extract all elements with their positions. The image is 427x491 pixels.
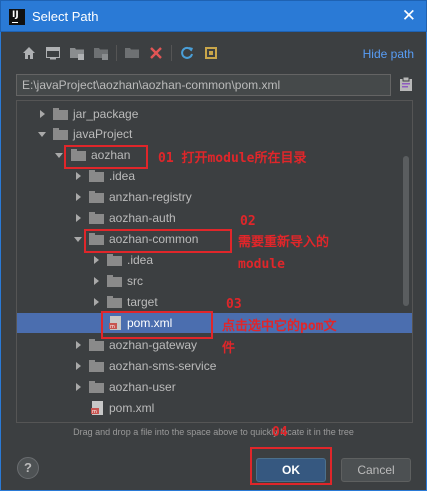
hide-path-link[interactable]: Hide path — [363, 47, 414, 61]
annotation-step-02-module: module — [238, 257, 285, 272]
folder-icon — [89, 212, 104, 224]
tree-scrollbar[interactable] — [403, 156, 409, 306]
tree-item-label: target — [127, 295, 158, 309]
tree-item-label: .idea — [127, 253, 154, 267]
highlight-box-pom — [101, 311, 213, 339]
chevron-down-icon[interactable] — [54, 150, 64, 160]
delete-icon[interactable] — [147, 44, 165, 62]
window-title: Select Path — [32, 9, 99, 24]
module-icon[interactable] — [92, 44, 110, 62]
tree-item-label: aozhan-gateway — [109, 338, 198, 352]
chevron-right-icon[interactable] — [73, 340, 83, 350]
tree-item-pom-xml-root[interactable]: m pom.xml — [17, 398, 412, 418]
toolbar-separator — [171, 45, 172, 61]
svg-text:m: m — [92, 409, 97, 415]
chevron-right-icon[interactable] — [73, 361, 83, 371]
chevron-right-icon[interactable] — [91, 297, 101, 307]
help-button[interactable]: ? — [17, 457, 39, 479]
new-folder-icon[interactable] — [123, 44, 141, 62]
desktop-icon[interactable] — [44, 44, 62, 62]
folder-icon — [89, 339, 104, 351]
tree-item-pom-xml-selected[interactable]: m pom.xml — [17, 313, 412, 333]
intellij-icon: IJ — [9, 9, 25, 25]
chevron-right-icon[interactable] — [91, 255, 101, 265]
annotation-step-04: 04 — [272, 425, 288, 440]
folder-icon — [89, 191, 104, 203]
annotation-step-02-number: 02 — [240, 214, 256, 229]
chevron-right-icon[interactable] — [91, 276, 101, 286]
tree-item-anzhan-registry[interactable]: anzhan-registry — [17, 187, 412, 207]
highlight-box-aozhan — [64, 145, 148, 169]
toolbar-separator — [116, 45, 117, 61]
tree-item-label: aozhan-user — [109, 380, 176, 394]
folder-icon — [107, 275, 122, 287]
folder-icon — [53, 128, 68, 140]
chevron-down-icon[interactable] — [37, 129, 47, 139]
chevron-right-icon[interactable] — [73, 213, 83, 223]
tree-item-label: aozhan-auth — [109, 211, 176, 225]
folder-icon — [107, 296, 122, 308]
tree-item-idea-common[interactable]: .idea — [17, 250, 412, 270]
highlight-box-aozhan-common — [84, 229, 232, 253]
refresh-icon[interactable] — [178, 44, 196, 62]
cancel-button[interactable]: Cancel — [341, 458, 411, 482]
tree-item-label: .idea — [109, 169, 136, 183]
chevron-right-icon[interactable] — [73, 382, 83, 392]
tree-item-jar-package[interactable]: jar_package — [17, 104, 412, 124]
folder-icon — [89, 360, 104, 372]
annotation-step-03-file: 件 — [222, 341, 236, 356]
highlight-box-ok — [250, 447, 332, 485]
annotation-step-03-text: 点击选中它的pom文 — [222, 319, 337, 334]
show-hidden-icon[interactable] — [202, 44, 220, 62]
chevron-down-icon[interactable] — [73, 234, 83, 244]
chevron-right-icon[interactable] — [73, 192, 83, 202]
annotation-step-02-text: 需要重新导入的 — [238, 235, 330, 250]
title-bar: IJ Select Path ✕ — [0, 0, 427, 32]
folder-icon — [89, 170, 104, 182]
tree-item-label: aozhan-sms-service — [109, 359, 217, 373]
chevron-right-icon[interactable] — [37, 109, 47, 119]
project-icon[interactable] — [68, 44, 86, 62]
tree-item-label: jar_package — [73, 107, 139, 121]
folder-icon — [107, 254, 122, 266]
annotation-step-03-number: 03 — [226, 297, 242, 312]
tree-item-aozhan-gateway[interactable]: aozhan-gateway — [17, 335, 412, 355]
maven-file-icon: m — [91, 401, 103, 415]
tree-item-label: javaProject — [73, 127, 133, 141]
tree-item-label: anzhan-registry — [109, 190, 192, 204]
tree-item-javaproject[interactable]: javaProject — [17, 124, 412, 144]
folder-icon — [89, 381, 104, 393]
tree-item-aozhan-auth[interactable]: aozhan-auth — [17, 208, 412, 228]
tree-item-idea[interactable]: .idea — [17, 166, 412, 186]
clipboard-icon[interactable] — [399, 76, 413, 92]
annotation-step-01: 01 打开module所在目录 — [158, 151, 307, 166]
drag-drop-hint: Drag and drop a file into the space abov… — [73, 427, 354, 437]
tree-item-label: src — [127, 274, 143, 288]
tree-item-aozhan-user[interactable]: aozhan-user — [17, 377, 412, 397]
folder-icon — [53, 108, 68, 120]
tree-item-aozhan-sms-service[interactable]: aozhan-sms-service — [17, 356, 412, 376]
tree-item-target[interactable]: target — [17, 292, 412, 312]
home-icon[interactable] — [20, 44, 38, 62]
chevron-right-icon[interactable] — [73, 171, 83, 181]
tree-item-src[interactable]: src — [17, 271, 412, 291]
path-field[interactable]: E:\javaProject\aozhan\aozhan-common\pom.… — [16, 74, 391, 96]
toolbar — [20, 42, 226, 64]
tree-item-label: pom.xml — [109, 401, 155, 415]
close-button[interactable]: ✕ — [402, 6, 416, 26]
